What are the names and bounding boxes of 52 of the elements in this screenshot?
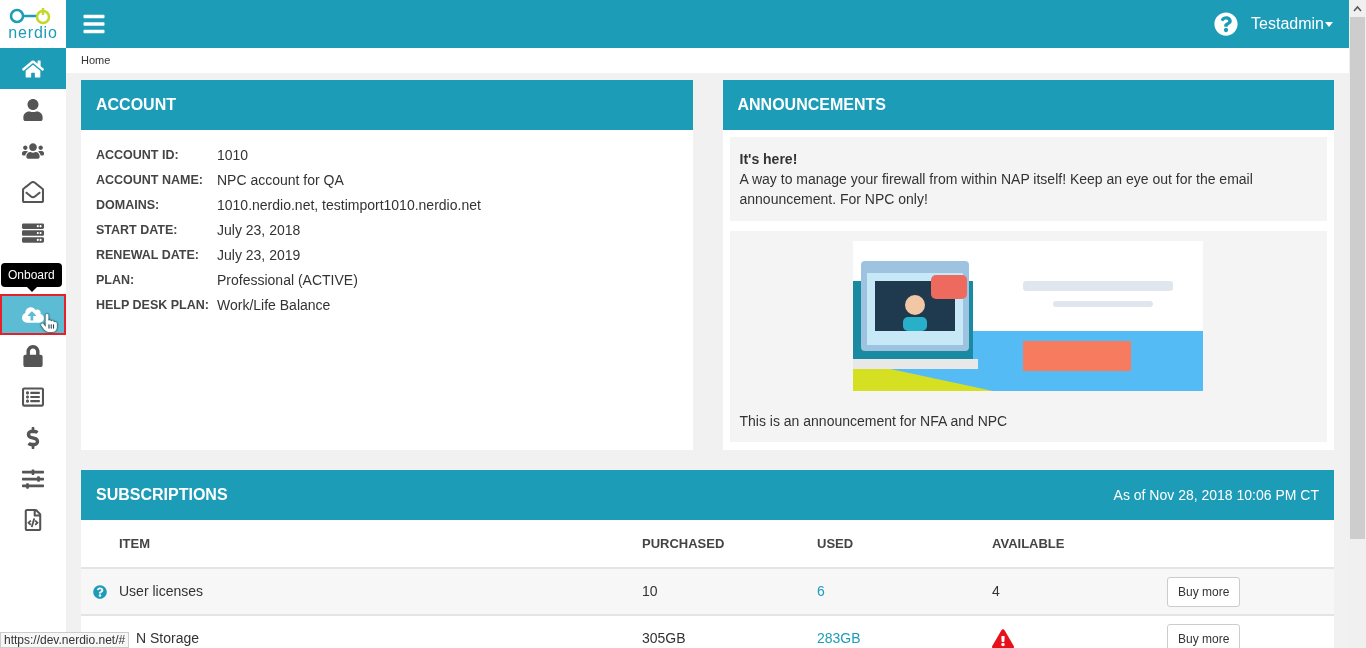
column-header: PURCHASED [642,534,726,553]
announcement-heading: It's here! [739,150,799,169]
breadcrumb-link[interactable]: Home [81,52,111,69]
warning-icon [992,627,1014,648]
card-title: SUBSCRIPTIONS [96,485,228,505]
hand-cursor-icon [40,314,58,332]
field-label: START DATE: [96,222,179,239]
field-label: HELP DESK PLAN: [96,297,210,314]
field-value: NPC account for QA [217,171,345,190]
announcement-text: This is an announcement for NFA and NPC [739,412,1009,431]
list-icon [22,385,44,408]
field-value: Professional (ACTIVE) [217,271,359,290]
table-cell-text: 10 [642,582,658,601]
file-code-icon [22,508,44,531]
field-value: 1010.nerdio.net, testimport1010.nerdio.net [217,196,482,215]
buy-more-button[interactable]: Buy more [1167,623,1241,648]
table-cell-text: User licenses [119,582,204,601]
as-of-date: As of Nov 28, 2018 10:06 PM CT [1113,485,1319,505]
card-title: ACCOUNT [96,95,176,115]
field-value: Work/Life Balance [217,296,332,315]
card-title: ANNOUNCEMENTS [737,95,886,115]
table-cell-text: 305GB [642,629,686,648]
field-value: July 23, 2018 [217,221,302,240]
field-label: PLAN: [96,272,136,289]
column-header: ITEM [119,534,152,553]
sliders-icon [22,467,44,490]
column-header: USED [817,534,855,553]
table-cell-text: 4 [992,582,1000,601]
menu-icon[interactable] [82,12,106,36]
tooltip: Onboard [1,263,62,292]
home-icon [22,57,44,80]
field-value: July 23, 2019 [217,246,302,265]
envelope-icon [22,180,44,203]
sidebar-item[interactable] [0,294,66,335]
status-url: https://dev.nerdio.net/# [0,632,130,648]
announcement-text: A way to manage your firewall from within NAP itself! Keep an eye out for the email announcement. For NPC only! [739,170,1254,209]
field-value: 1010 [217,146,250,165]
lock-icon [22,344,44,367]
help-icon[interactable] [93,584,107,599]
sidebar-item[interactable] [0,48,66,89]
field-label: ACCOUNT ID: [96,147,180,164]
field-label: ACCOUNT NAME: [96,172,204,189]
column-header: AVAILABLE [992,534,1066,553]
scrollbar-thumb[interactable] [1350,17,1365,539]
buy-more-button[interactable]: Buy more [1167,576,1241,607]
field-label: DOMAINS: [96,197,161,214]
field-label: RENEWAL DATE: [96,247,200,264]
server-icon [22,221,44,244]
logo-text: nerdio [8,25,58,41]
help-icon[interactable] [1214,12,1239,36]
user-icon [22,98,44,121]
table-cell-text: N Storage [136,629,200,648]
